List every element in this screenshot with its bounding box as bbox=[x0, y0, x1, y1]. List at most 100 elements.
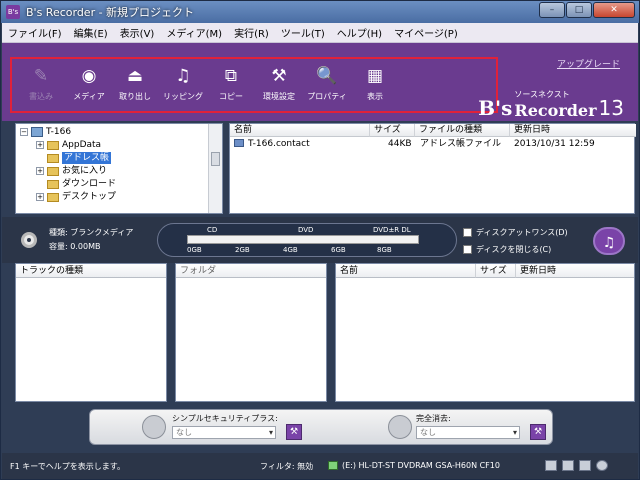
capacity-label-dvd-dl: DVD±R DL bbox=[373, 226, 411, 234]
capacity-tick-8: 8GB bbox=[377, 246, 392, 254]
column-header-type[interactable]: ファイルの種類 bbox=[415, 124, 510, 137]
expand-icon[interactable]: + bbox=[36, 193, 44, 201]
toolbar: ✎ 書込み ◉ メディア ⏏ 取り出し ♫ リッピング ⧉ コピー ⚒ 環境設定… bbox=[2, 43, 638, 121]
toolbar-label: 書込み bbox=[29, 92, 53, 101]
column-header-date[interactable]: 更新日時 bbox=[510, 124, 636, 137]
tree-item-downloads[interactable]: ダウンロード bbox=[47, 178, 116, 190]
eject-icon: ⏏ bbox=[126, 66, 144, 86]
project-column-date[interactable]: 更新日時 bbox=[516, 264, 634, 278]
tree-item-appdata[interactable]: + AppData bbox=[36, 139, 101, 151]
column-header-name[interactable]: 名前 bbox=[230, 124, 370, 137]
drive-list-icon[interactable] bbox=[562, 460, 574, 471]
toolbar-label: メディア bbox=[73, 92, 105, 101]
file-name: T-166.contact bbox=[248, 139, 310, 149]
disc-at-once-checkbox[interactable] bbox=[463, 228, 472, 237]
erase-label: 完全消去: bbox=[416, 414, 451, 423]
scrollbar-thumb[interactable] bbox=[211, 152, 220, 166]
track-type-pane[interactable]: トラックの種類 bbox=[15, 263, 167, 402]
file-list[interactable]: 名前 サイズ ファイルの種類 更新日時 T-166.contact 44KB ア… bbox=[229, 123, 636, 214]
pencil-icon: ✎ bbox=[33, 66, 49, 86]
tree-item-label: AppData bbox=[62, 140, 102, 150]
tree-item-label: ダウンロード bbox=[62, 179, 117, 189]
toolbar-button-settings[interactable]: ⚒ 環境設定 bbox=[256, 65, 302, 102]
folder-icon bbox=[47, 192, 59, 202]
copy-disc-icon: ⧉ bbox=[224, 66, 238, 86]
project-folder-pane[interactable]: フォルダ bbox=[175, 263, 327, 402]
folder-icon bbox=[47, 140, 59, 150]
media-capacity: 容量: 0.00MB bbox=[49, 241, 100, 252]
upgrade-link[interactable]: アップグレード bbox=[557, 57, 620, 70]
toolbar-button-properties[interactable]: 🔍 プロパティ bbox=[304, 65, 350, 102]
media-capacity-label: 容量: bbox=[49, 242, 68, 251]
status-drive: (E:) HL-DT-ST DVDRAM GSA-H60N CF10 bbox=[342, 461, 500, 470]
tree-item-pc[interactable]: − T-166 bbox=[20, 126, 71, 138]
capacity-label-dvd: DVD bbox=[298, 226, 314, 234]
erase-select[interactable]: なし bbox=[416, 426, 520, 439]
project-column-size[interactable]: サイズ bbox=[476, 264, 516, 278]
tree-item-favorites[interactable]: + お気に入り bbox=[36, 165, 107, 177]
project-column-name[interactable]: 名前 bbox=[336, 264, 476, 278]
menu-bar: ファイル(F) 編集(E) 表示(V) メディア(M) 実行(R) ツール(T)… bbox=[2, 23, 638, 43]
menu-edit[interactable]: 編集(E) bbox=[74, 25, 108, 40]
monitor-icon[interactable] bbox=[579, 460, 591, 471]
menu-view[interactable]: 表示(V) bbox=[120, 25, 155, 40]
maximize-button[interactable]: □ bbox=[566, 2, 592, 18]
disc-icon: ◉ bbox=[81, 66, 97, 86]
status-help-text: F1 キーでヘルプを表示します。 bbox=[10, 462, 125, 471]
menu-tools[interactable]: ツール(T) bbox=[281, 25, 325, 40]
capacity-label-cd: CD bbox=[207, 226, 218, 234]
brand-prefix: B's bbox=[478, 96, 513, 120]
contact-file-icon bbox=[234, 139, 244, 147]
simple-security-icon bbox=[142, 415, 166, 439]
tree-item-label: お気に入り bbox=[62, 166, 108, 176]
printer-icon[interactable] bbox=[545, 460, 557, 471]
minimize-button[interactable]: – bbox=[539, 2, 565, 18]
expand-icon[interactable]: + bbox=[36, 141, 44, 149]
drive-icon bbox=[328, 461, 338, 470]
menu-file[interactable]: ファイル(F) bbox=[8, 25, 62, 40]
toolbar-button-view[interactable]: ▦ 表示 bbox=[352, 65, 398, 102]
media-kind-label: 種類: bbox=[49, 228, 68, 237]
app-window: B's B's Recorder - 新規プロジェクト – □ ✕ ファイル(F… bbox=[0, 0, 640, 480]
toolbar-button-write[interactable]: ✎ 書込み bbox=[18, 65, 64, 102]
simple-security-settings-button[interactable]: ⚒ bbox=[286, 424, 302, 440]
file-date: 2013/10/31 12:59 bbox=[514, 139, 595, 149]
folder-header[interactable]: フォルダ bbox=[176, 264, 326, 278]
simple-security-label: シンプルセキュリティプラス: bbox=[172, 414, 278, 423]
toolbar-button-media[interactable]: ◉ メディア bbox=[66, 65, 112, 102]
close-disc-checkbox[interactable] bbox=[463, 245, 472, 254]
app-icon: B's bbox=[6, 5, 20, 19]
close-disc-option[interactable]: ディスクを閉じる(C) bbox=[463, 244, 551, 255]
blank-disc-icon bbox=[21, 232, 37, 248]
toolbar-button-eject[interactable]: ⏏ 取り出し bbox=[112, 65, 158, 102]
menu-help[interactable]: ヘルプ(H) bbox=[337, 25, 382, 40]
tree-item-address-book[interactable]: アドレス帳 bbox=[47, 152, 112, 164]
simple-security-select[interactable]: なし bbox=[172, 426, 276, 439]
disc-at-once-label: ディスクアットワンス(D) bbox=[476, 228, 568, 237]
collapse-icon[interactable]: − bbox=[20, 128, 28, 136]
globe-icon[interactable] bbox=[596, 460, 608, 471]
toolbar-label: リッピング bbox=[163, 92, 203, 101]
menu-media[interactable]: メディア(M) bbox=[166, 25, 222, 40]
settings-tools-icon: ⚒ bbox=[271, 66, 287, 86]
tree-scrollbar[interactable] bbox=[208, 124, 222, 213]
toolbar-button-ripping[interactable]: ♫ リッピング bbox=[160, 65, 206, 102]
expand-icon[interactable]: + bbox=[36, 167, 44, 175]
music-mode-button[interactable]: ♫ bbox=[593, 227, 625, 255]
erase-settings-button[interactable]: ⚒ bbox=[530, 424, 546, 440]
brand-small-text: ソースネクスト bbox=[514, 90, 570, 99]
status-filter: フィルタ: 無効 bbox=[260, 462, 314, 471]
menu-run[interactable]: 実行(R) bbox=[234, 25, 269, 40]
track-type-header[interactable]: トラックの種類 bbox=[16, 264, 166, 278]
disc-at-once-option[interactable]: ディスクアットワンス(D) bbox=[463, 227, 568, 238]
title-bar: B's B's Recorder - 新規プロジェクト – □ ✕ bbox=[1, 1, 639, 23]
menu-mypage[interactable]: マイページ(P) bbox=[394, 25, 458, 40]
folder-tree[interactable]: − T-166 + AppData アドレス帳 + お気に入り ダウンロード +… bbox=[15, 123, 223, 214]
toolbar-button-copy[interactable]: ⧉ コピー bbox=[208, 65, 254, 102]
erase-icon bbox=[388, 415, 412, 439]
project-file-pane[interactable]: 名前 サイズ 更新日時 bbox=[335, 263, 635, 402]
toolbar-label: 取り出し bbox=[119, 92, 151, 101]
close-button[interactable]: ✕ bbox=[593, 2, 635, 18]
column-header-size[interactable]: サイズ bbox=[370, 124, 415, 137]
tree-item-desktop[interactable]: + デスクトップ bbox=[36, 191, 116, 203]
